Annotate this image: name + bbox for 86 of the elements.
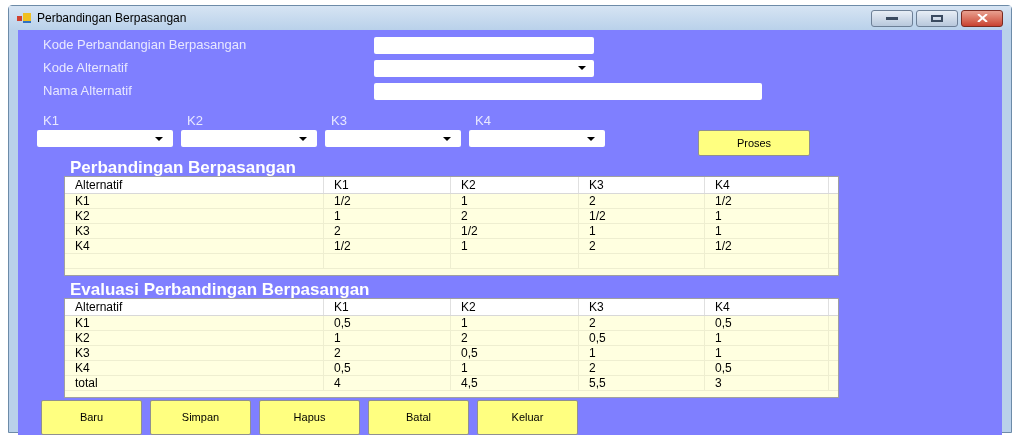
table-cell: 2 xyxy=(451,331,579,345)
table-cell: 1 xyxy=(451,239,579,253)
table-cell: 1 xyxy=(579,224,705,238)
dropdown-arrow-icon xyxy=(299,136,307,141)
criterion-label: K1 xyxy=(43,113,60,128)
table-cell: 1/2 xyxy=(451,224,579,238)
table-cell: 1/2 xyxy=(324,194,451,208)
table-cell: 2 xyxy=(579,194,705,208)
table-cell: 0,5 xyxy=(324,361,451,375)
table-cell: 1/2 xyxy=(705,239,829,253)
table-cell: 0,5 xyxy=(579,331,705,345)
column-header[interactable]: K1 xyxy=(324,177,451,193)
section-title: Evaluasi Perbandingan Berpasangan xyxy=(70,281,371,298)
table-cell: K3 xyxy=(65,224,324,238)
minimize-icon xyxy=(886,16,898,20)
table-cell: 2 xyxy=(324,224,451,238)
action-button[interactable]: Hapus xyxy=(259,400,360,435)
table-cell: 4,5 xyxy=(451,376,579,390)
column-header[interactable]: K3 xyxy=(579,177,705,193)
table-cell: 2 xyxy=(579,361,705,375)
table-cell: 1/2 xyxy=(579,209,705,223)
table-cell: K4 xyxy=(65,361,324,375)
dropdown-arrow-icon xyxy=(443,136,451,141)
criterion-label: K4 xyxy=(475,113,492,128)
action-button[interactable]: Keluar xyxy=(477,400,578,435)
action-button[interactable]: Simpan xyxy=(150,400,251,435)
table-cell: 1/2 xyxy=(324,239,451,253)
dropdown-arrow-icon xyxy=(155,136,163,141)
dropdown-field[interactable] xyxy=(374,59,594,77)
maximize-button[interactable] xyxy=(916,9,958,27)
criterion-label: K2 xyxy=(187,113,204,128)
table-cell: K1 xyxy=(65,316,324,330)
field-label: Nama Alternatif xyxy=(43,82,133,101)
action-button[interactable]: Baru xyxy=(41,400,142,435)
dropdown-arrow-icon xyxy=(578,66,586,70)
table-cell: 1 xyxy=(451,316,579,330)
column-header[interactable]: K4 xyxy=(705,177,829,193)
column-header[interactable]: K1 xyxy=(324,299,451,315)
column-header[interactable]: K4 xyxy=(705,299,829,315)
table-cell: K2 xyxy=(65,209,324,223)
table-cell: 0,5 xyxy=(705,361,829,375)
window-title: Perbandingan Berpasangan xyxy=(37,10,187,27)
table-cell: 1 xyxy=(705,346,829,360)
table-cell: 2 xyxy=(579,239,705,253)
window-app-icon xyxy=(17,13,31,23)
table-cell: 3 xyxy=(705,376,829,390)
table-cell: K1 xyxy=(65,194,324,208)
column-header[interactable]: K2 xyxy=(451,299,579,315)
close-icon xyxy=(976,14,988,22)
table-cell: 1 xyxy=(579,346,705,360)
table-cell: 2 xyxy=(324,346,451,360)
table-cell: K3 xyxy=(65,346,324,360)
table-cell: 0,5 xyxy=(324,316,451,330)
table-cell: 1 xyxy=(324,209,451,223)
table-cell: total xyxy=(65,376,324,390)
column-header[interactable]: K2 xyxy=(451,177,579,193)
table-cell: 1 xyxy=(705,209,829,223)
table-cell: 1 xyxy=(451,361,579,375)
field-label: Kode Alternatif xyxy=(43,59,129,78)
minimize-button[interactable] xyxy=(871,9,913,27)
input-field[interactable] xyxy=(374,82,762,100)
table-cell: 4 xyxy=(324,376,451,390)
table-cell: 1 xyxy=(705,331,829,345)
action-button[interactable]: Batal xyxy=(368,400,469,435)
table-cell: 2 xyxy=(451,209,579,223)
table-cell: 1 xyxy=(451,194,579,208)
table-cell: 1 xyxy=(324,331,451,345)
process-button[interactable]: Proses xyxy=(698,130,810,156)
table-cell: 1 xyxy=(705,224,829,238)
column-header[interactable]: K3 xyxy=(579,299,705,315)
criterion-label: K3 xyxy=(331,113,348,128)
close-button[interactable] xyxy=(961,9,1003,27)
table-cell: 2 xyxy=(579,316,705,330)
dropdown-arrow-icon xyxy=(587,136,595,141)
section-title: Perbandingan Berpasangan xyxy=(70,159,297,176)
table-cell: 0,5 xyxy=(705,316,829,330)
table-cell: K2 xyxy=(65,331,324,345)
column-header[interactable]: Alternatif xyxy=(65,299,324,315)
table-cell: 1/2 xyxy=(705,194,829,208)
column-header[interactable]: Alternatif xyxy=(65,177,324,193)
input-field[interactable] xyxy=(374,36,594,54)
maximize-icon xyxy=(931,14,943,22)
table-cell: K4 xyxy=(65,239,324,253)
table-cell: 0,5 xyxy=(451,346,579,360)
table-cell: 5,5 xyxy=(579,376,705,390)
field-label: Kode Perbandangian Berpasangan xyxy=(43,36,248,55)
